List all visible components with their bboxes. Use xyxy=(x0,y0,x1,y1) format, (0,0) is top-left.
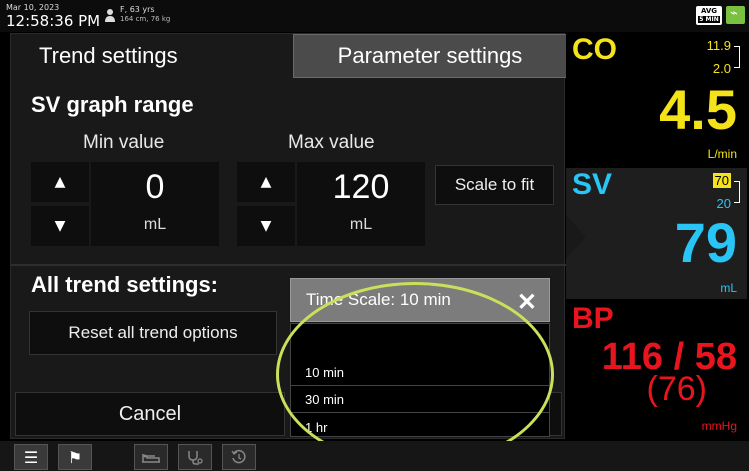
min-value-unit: mL xyxy=(143,216,167,233)
close-icon[interactable]: ✕ xyxy=(517,288,537,317)
co-unit: L/min xyxy=(707,147,737,161)
stethoscope-icon[interactable] xyxy=(178,444,212,470)
bottom-toolbar: ☰ ⚑ xyxy=(0,441,749,471)
bp-label: BP xyxy=(572,302,614,335)
max-value-label: Max value xyxy=(288,132,375,153)
sv-label: SV xyxy=(572,168,613,201)
max-value-unit: mL xyxy=(349,216,373,233)
co-range-bracket xyxy=(734,46,740,68)
min-value-stepper: ▲ ▼ xyxy=(31,162,95,246)
max-value-stepper: ▲ ▼ xyxy=(237,162,301,246)
sv-unit: mL xyxy=(720,281,737,295)
time-scale-dropdown[interactable]: Time Scale: 10 min ✕ xyxy=(290,278,550,322)
history-icon[interactable] xyxy=(222,444,256,470)
reset-trend-options-button[interactable]: Reset all trend options xyxy=(29,311,277,355)
patient-icon xyxy=(105,9,115,22)
avg-interval: 5 MIN xyxy=(698,16,720,23)
min-decrease-button[interactable]: ▼ xyxy=(31,206,89,246)
sv-upper-target: 70 xyxy=(712,173,731,188)
bp-unit: mmHg xyxy=(701,419,737,433)
time-scale-options: 10 min 30 min 1 hr xyxy=(290,323,550,437)
sv-range-bracket xyxy=(734,181,740,203)
selected-parameter-pointer xyxy=(566,215,586,259)
tab-parameter-settings[interactable]: Parameter settings xyxy=(293,34,567,78)
patient-measurements[interactable]: 164 cm, 76 kg xyxy=(120,15,170,23)
date-display: Mar 10, 2023 xyxy=(6,3,60,12)
cancel-button[interactable]: Cancel xyxy=(15,392,285,436)
co-lower-target: 2.0 xyxy=(712,61,731,76)
time-scale-option-1hr[interactable]: 1 hr xyxy=(291,414,549,440)
battery-icon xyxy=(726,6,745,24)
avg-label: AVG xyxy=(700,7,718,15)
max-value-display: 120 mL xyxy=(297,162,425,246)
sv-lower-target: 20 xyxy=(716,196,731,211)
time-display: 12:58:36 PM xyxy=(6,12,101,30)
sv-value: 79 xyxy=(674,211,737,274)
max-value: 120 xyxy=(332,168,390,206)
averaging-badge[interactable]: AVG 5 MIN xyxy=(696,6,722,25)
time-scale-option-30min[interactable]: 30 min xyxy=(291,387,549,413)
scale-to-fit-button[interactable]: Scale to fit xyxy=(435,165,554,205)
sv-tile[interactable]: SV 70 20 79 mL xyxy=(566,168,747,299)
max-decrease-button[interactable]: ▼ xyxy=(237,206,295,246)
time-scale-option-10min[interactable]: 10 min xyxy=(291,360,549,386)
all-trend-settings-title: All trend settings: xyxy=(31,272,219,297)
max-increase-button[interactable]: ▲ xyxy=(237,162,295,202)
tab-trend-settings[interactable]: Trend settings xyxy=(11,34,291,78)
graph-range-title: SV graph range xyxy=(31,92,194,117)
status-bar: Mar 10, 2023 12:58:36 PM F, 63 yrs 164 c… xyxy=(0,0,749,32)
min-value-display: 0 mL xyxy=(91,162,219,246)
patient-demographics[interactable]: F, 63 yrs xyxy=(120,5,155,14)
co-value: 4.5 xyxy=(659,78,737,141)
bp-tile[interactable]: BP 116 / 58 (76) mmHg xyxy=(566,302,747,440)
co-label: CO xyxy=(572,33,617,66)
co-upper-target: 11.9 xyxy=(706,38,731,53)
min-increase-button[interactable]: ▲ xyxy=(31,162,89,202)
menu-icon[interactable]: ☰ xyxy=(14,444,48,470)
min-value-label: Min value xyxy=(83,132,165,153)
flag-icon[interactable]: ⚑ xyxy=(58,444,92,470)
section-divider xyxy=(11,264,566,266)
time-scale-selected: Time Scale: 10 min xyxy=(306,290,451,309)
co-tile[interactable]: CO 11.9 2.0 4.5 L/min xyxy=(566,33,747,166)
bp-mean: (76) xyxy=(646,370,707,408)
patient-bed-icon[interactable] xyxy=(134,444,168,470)
min-value: 0 xyxy=(145,168,165,206)
